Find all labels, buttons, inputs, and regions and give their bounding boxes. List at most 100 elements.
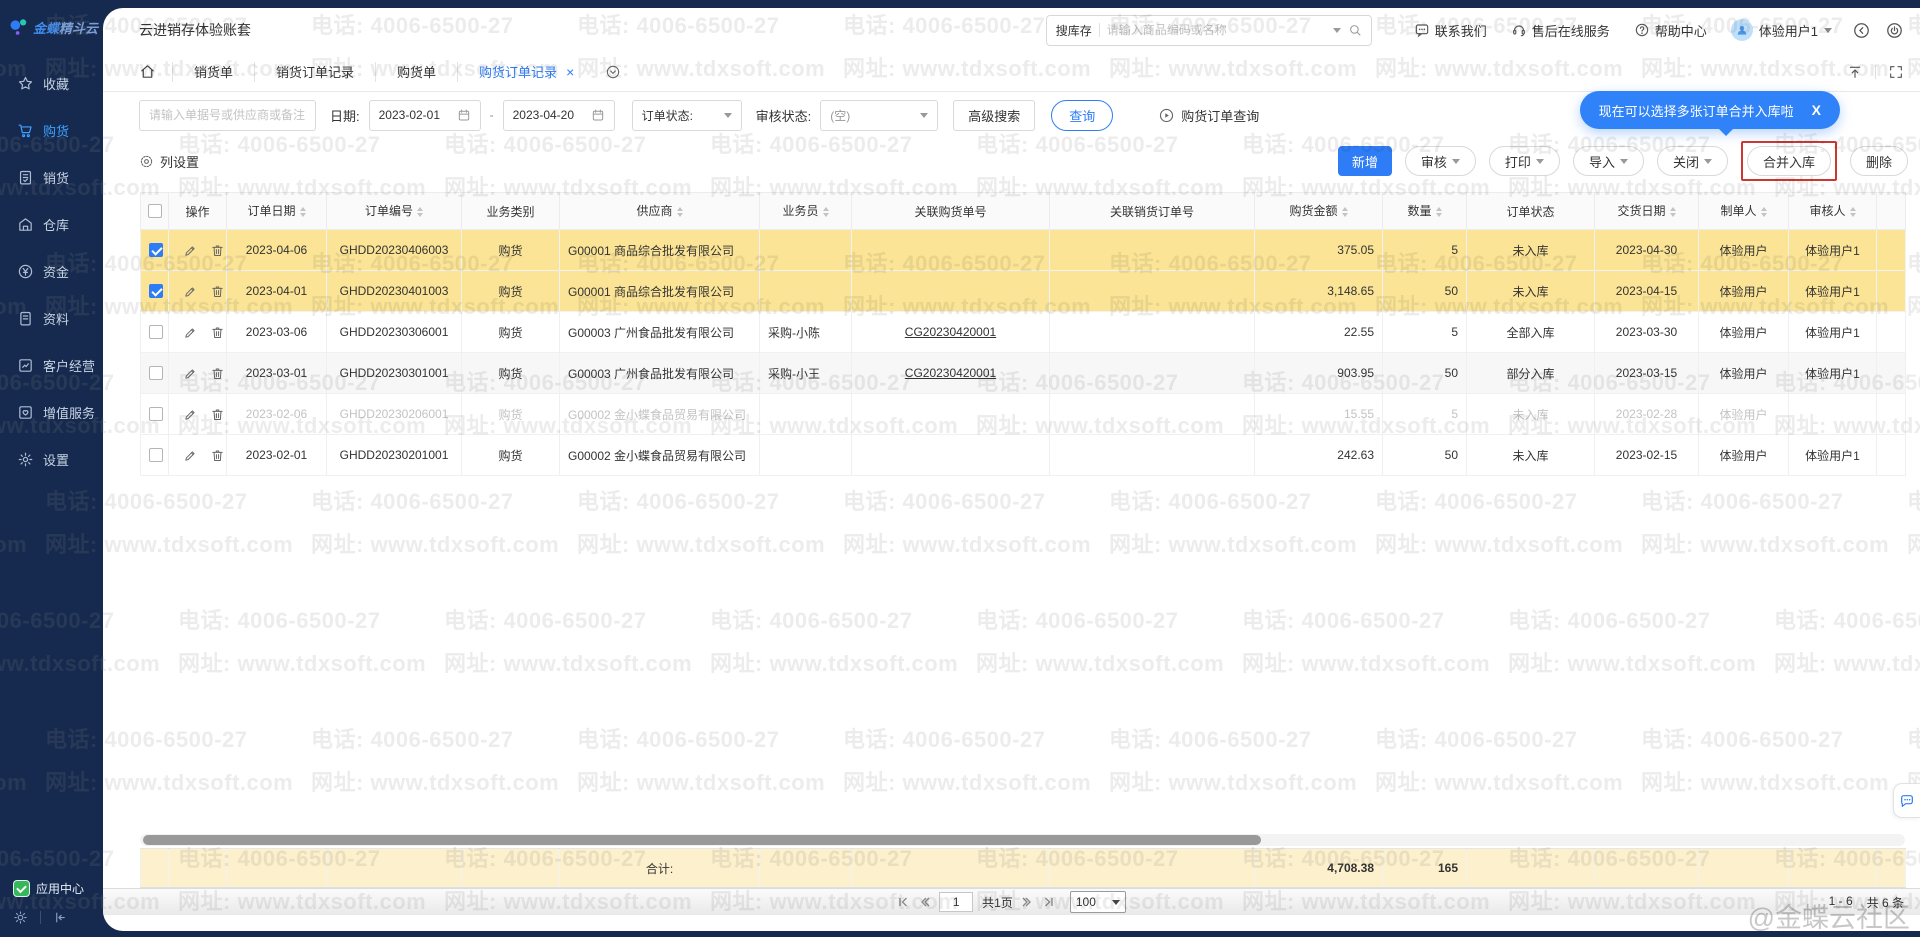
search-icon[interactable] (1348, 23, 1362, 37)
date-to-input[interactable]: 2023-04-20 (503, 100, 615, 131)
sort-icon[interactable] (300, 204, 306, 220)
cell-maker: 体验用户 (1699, 435, 1789, 476)
linked-purchase-order-link[interactable]: CG20230420001 (905, 366, 996, 380)
column-settings-button[interactable]: 列设置 (139, 152, 199, 171)
user-menu[interactable]: 体验用户1 (1731, 19, 1832, 41)
theme-sun-icon[interactable] (13, 910, 28, 925)
keyword-input[interactable] (149, 108, 306, 122)
feedback-chat-tab[interactable] (1893, 783, 1920, 818)
row-checkbox[interactable] (149, 243, 163, 257)
sidebar-item-purchase[interactable]: 购货 (0, 107, 103, 154)
delete-icon[interactable] (210, 284, 225, 299)
home-icon[interactable] (139, 63, 156, 80)
row-checkbox[interactable] (149, 284, 163, 298)
sort-icon[interactable] (1850, 204, 1856, 220)
sort-icon[interactable] (1436, 204, 1442, 220)
edit-icon[interactable] (183, 366, 198, 381)
last-page-icon[interactable] (1043, 896, 1055, 908)
delete-icon[interactable] (210, 243, 225, 258)
contact-us-link[interactable]: 联系我们 (1414, 21, 1487, 40)
print-button[interactable]: 打印 (1489, 146, 1560, 176)
delete-icon[interactable] (210, 325, 225, 340)
edit-icon[interactable] (183, 448, 198, 463)
chevron-down-icon[interactable] (1333, 28, 1341, 37)
close-button[interactable]: 关闭 (1657, 146, 1728, 176)
table-row-6[interactable]: 2023-02-01GHDD20230201001购货G00002 金小蝶食品贸… (141, 435, 1906, 476)
delete-icon[interactable] (210, 407, 225, 422)
sidebar-item-funds[interactable]: 资金 (0, 248, 103, 295)
edit-icon[interactable] (183, 325, 198, 340)
edit-icon[interactable] (183, 407, 198, 422)
sidebar-item-data[interactable]: 资料 (0, 295, 103, 342)
next-page-icon[interactable] (1022, 896, 1034, 908)
delete-button[interactable]: 删除 (1850, 146, 1908, 176)
after-sales-service-link[interactable]: 售后在线服务 (1511, 21, 1610, 40)
table-row-3[interactable]: 2023-03-06GHDD20230306001购货G00003 广州食品批发… (141, 312, 1906, 353)
table-row-2[interactable]: 2023-04-01GHDD20230401003购货G00001 商品综合批发… (141, 271, 1906, 312)
fullscreen-icon[interactable] (1888, 64, 1904, 80)
tab-sales-order-records[interactable]: 销货订单记录 (254, 62, 375, 82)
tooltip-close-button[interactable]: X (1812, 102, 1821, 118)
sidebar-item-value-services[interactable]: 增值服务 (0, 389, 103, 436)
tab-history-icon[interactable] (605, 64, 621, 80)
import-button[interactable]: 导入 (1573, 146, 1644, 176)
advanced-search-button[interactable]: 高级搜索 (953, 100, 1035, 131)
sort-icon[interactable] (417, 204, 423, 220)
query-button[interactable]: 查询 (1051, 100, 1113, 131)
table-row-1[interactable]: 2023-04-06GHDD20230406003购货G00001 商品综合批发… (141, 230, 1906, 271)
sidebar-item-favorites[interactable]: 收藏 (0, 60, 103, 107)
date-from-input[interactable]: 2023-02-01 (369, 100, 481, 131)
tab-close-icon[interactable]: × (566, 64, 574, 80)
audit-button[interactable]: 审核 (1405, 146, 1476, 176)
edit-icon[interactable] (183, 284, 198, 299)
search-input[interactable] (1107, 23, 1326, 37)
sidebar-item-customer-ops[interactable]: 客户经营 (0, 342, 103, 389)
tab-purchase-order[interactable]: 购货单 (375, 62, 457, 82)
sidebar-item-settings[interactable]: 设置 (0, 436, 103, 483)
app-center-button[interactable]: 应用中心 (13, 880, 103, 897)
sort-icon[interactable] (1670, 204, 1676, 220)
table-row-5[interactable]: 2023-02-06GHDD20230206001购货G00002 金小蝶食品贸… (141, 394, 1906, 435)
tab-purchase-order-records[interactable]: 购货订单记录× (457, 62, 595, 82)
collapse-top-icon[interactable] (1847, 64, 1863, 80)
scrollbar-thumb[interactable] (143, 835, 1261, 845)
first-page-icon[interactable] (897, 896, 909, 908)
add-button[interactable]: 新增 (1338, 146, 1392, 176)
back-circle-icon[interactable] (1852, 21, 1871, 40)
avatar (1731, 19, 1753, 41)
sort-icon[interactable] (1342, 204, 1348, 220)
power-icon[interactable] (1885, 21, 1904, 40)
collapse-sidebar-icon[interactable] (53, 910, 68, 925)
linked-purchase-order-link[interactable]: CG20230420001 (905, 325, 996, 339)
row-checkbox[interactable] (149, 407, 163, 421)
delete-icon[interactable] (210, 448, 225, 463)
tabbar: 销货单销货订单记录购货单购货订单记录× (103, 52, 1920, 92)
sidebar-item-warehouse[interactable]: 仓库 (0, 201, 103, 248)
sort-icon[interactable] (1761, 204, 1767, 220)
audit-status-select[interactable]: (空) (820, 100, 938, 131)
order-status-select[interactable]: 订单状态: (632, 100, 742, 131)
sidebar-item-sales[interactable]: 销货 (0, 154, 103, 201)
row-checkbox[interactable] (149, 366, 163, 380)
page-size-select[interactable]: 100 (1070, 891, 1126, 913)
app-logo[interactable]: 金蝶精斗云 (0, 0, 103, 46)
select-all-checkbox[interactable] (148, 204, 162, 218)
purchase-order-report-link[interactable]: 购货订单查询 (1158, 106, 1259, 125)
sort-icon[interactable] (823, 204, 829, 220)
merge-inbound-button[interactable]: 合并入库 (1747, 146, 1831, 176)
search-scope-label[interactable]: 搜库存 (1056, 22, 1092, 39)
page-number-input[interactable] (939, 892, 973, 912)
prev-page-icon[interactable] (918, 896, 930, 908)
cell-po: CG20230420001 (852, 353, 1050, 394)
delete-icon[interactable] (210, 366, 225, 381)
row-checkbox[interactable] (149, 325, 163, 339)
inventory-search[interactable]: 搜库存 (1046, 15, 1372, 46)
cell-salesman (760, 230, 852, 271)
help-center-link[interactable]: 帮助中心 (1634, 21, 1707, 40)
tab-sales-order[interactable]: 销货单 (172, 62, 254, 82)
sort-icon[interactable] (677, 204, 683, 220)
edit-icon[interactable] (183, 243, 198, 258)
table-row-4[interactable]: 2023-03-01GHDD20230301001购货G00003 广州食品批发… (141, 353, 1906, 394)
row-checkbox[interactable] (149, 448, 163, 462)
cell-date: 2023-04-06 (227, 230, 327, 271)
